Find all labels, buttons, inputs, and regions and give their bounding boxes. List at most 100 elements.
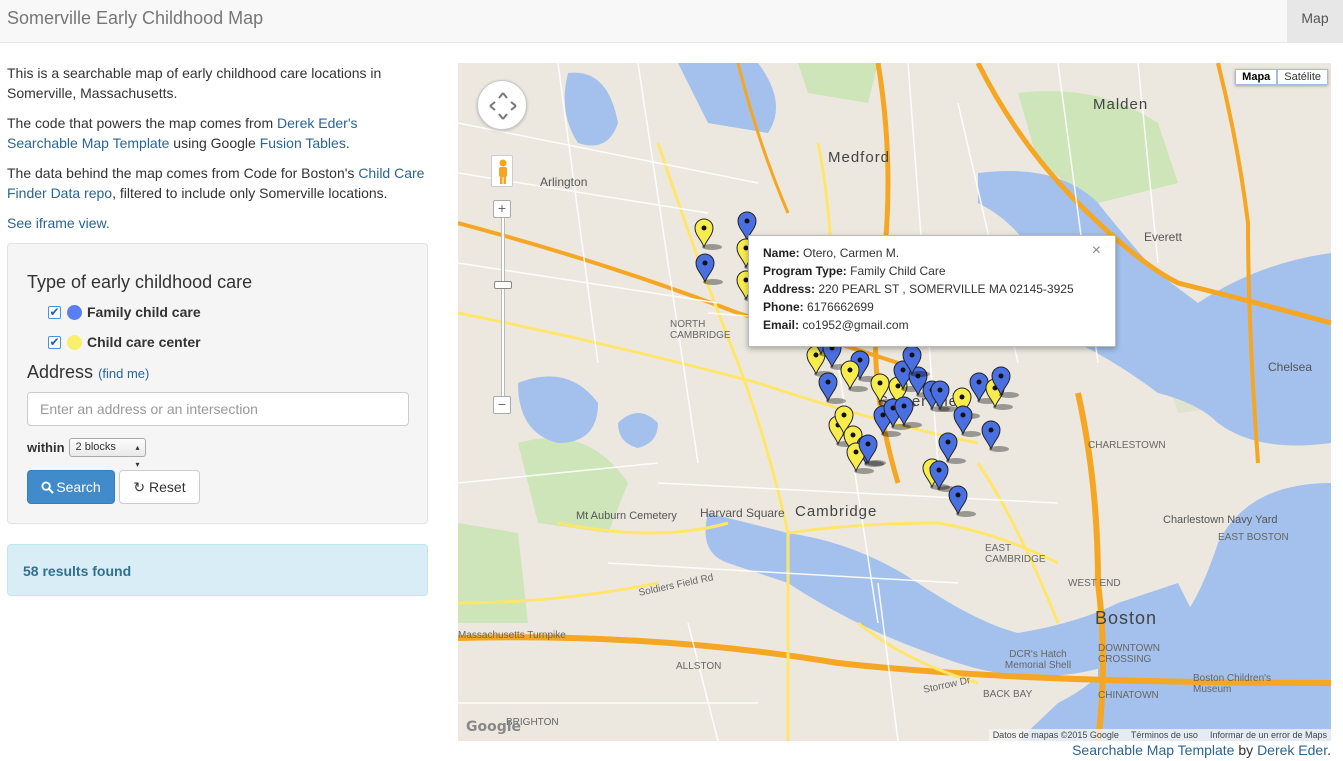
code-paragraph: The code that powers the map comes from … bbox=[7, 113, 428, 153]
label-east-cambridge: EAST CAMBRIDGE bbox=[985, 543, 1046, 565]
code-text: The code that powers the map comes from bbox=[7, 115, 278, 131]
pond bbox=[618, 413, 658, 448]
search-icon bbox=[41, 481, 55, 494]
data-text-end: , filtered to include only Somerville lo… bbox=[112, 185, 388, 201]
results-count: 58 results found bbox=[7, 544, 428, 596]
center-checkbox[interactable]: ✔ bbox=[48, 335, 61, 349]
info-email-label: Email: bbox=[763, 318, 800, 332]
lake bbox=[678, 63, 776, 133]
map-attribution: Datos de mapas ©2015 Google Términos de … bbox=[988, 729, 1331, 741]
family-label: Family child care bbox=[87, 304, 201, 320]
footer-credit: Searchable Map Template by Derek Eder. bbox=[1072, 742, 1331, 758]
label-chinatown: CHINATOWN bbox=[1098, 690, 1159, 701]
label-arlington: Arlington bbox=[540, 175, 588, 189]
site-title[interactable]: Somerville Early Childhood Map bbox=[7, 8, 263, 29]
blue-marker-swatch bbox=[67, 304, 82, 320]
zoom-slider-handle[interactable] bbox=[494, 281, 512, 289]
navbar: Somerville Early Childhood Map Map bbox=[0, 0, 1343, 43]
label-boston: Boston bbox=[1095, 608, 1158, 628]
footer-end: . bbox=[1327, 742, 1331, 758]
pan-arrows-icon bbox=[489, 92, 517, 120]
footer-by: by bbox=[1234, 742, 1258, 758]
footer-author-link[interactable]: Derek Eder bbox=[1257, 742, 1327, 758]
info-program-label: Program Type: bbox=[763, 264, 847, 278]
intro-text: This is a searchable map of early childh… bbox=[7, 65, 382, 101]
map-type-mapa[interactable]: Mapa bbox=[1235, 69, 1278, 85]
select-arrows-icon: ▴ ▾ bbox=[135, 443, 140, 469]
label-downtown-crossing: DOWNTOWN CROSSING bbox=[1098, 643, 1161, 665]
label-back-bay: BACK BAY bbox=[983, 689, 1033, 700]
info-program: Family Child Care bbox=[850, 264, 946, 278]
label-allston: ALLSTON bbox=[676, 661, 722, 672]
report-error-link[interactable]: Informar de un error de Maps bbox=[1210, 730, 1327, 740]
map-type-control: Mapa Satélite bbox=[1235, 69, 1328, 85]
pegman-icon bbox=[499, 159, 507, 184]
intro-paragraph: This is a searchable map of early childh… bbox=[7, 63, 428, 103]
nav-map-link[interactable]: Map bbox=[1287, 0, 1343, 42]
zoom-in-button[interactable]: + bbox=[493, 200, 511, 218]
info-name-label: Name: bbox=[763, 246, 800, 260]
label-north-cambridge: NORTH CAMBRIDGE bbox=[670, 319, 731, 341]
label-east-boston: EAST BOSTON bbox=[1218, 532, 1289, 543]
data-text: The data behind the map comes from Code … bbox=[7, 165, 359, 181]
info-address-row: Address: 220 PEARL ST , SOMERVILLE MA 02… bbox=[763, 280, 1101, 298]
info-phone-row: Phone: 6176662699 bbox=[763, 298, 1101, 316]
refresh-icon: ↻ bbox=[133, 479, 146, 495]
info-name: Otero, Carmen M. bbox=[803, 246, 900, 260]
close-icon[interactable]: × bbox=[1092, 242, 1101, 260]
family-checkbox[interactable]: ✔ bbox=[48, 305, 61, 319]
reset-label: Reset bbox=[149, 479, 186, 495]
iframe-view-link[interactable]: See iframe view. bbox=[7, 213, 428, 233]
park-area bbox=[798, 63, 878, 103]
pan-control[interactable] bbox=[477, 80, 527, 130]
map-data-credit: Datos de mapas ©2015 Google bbox=[992, 730, 1119, 740]
fusion-tables-link[interactable]: Fusion Tables bbox=[260, 135, 346, 151]
zoom-out-button[interactable]: − bbox=[493, 396, 511, 414]
label-hatch-shell: DCR's Hatch Memorial Shell bbox=[1004, 649, 1072, 671]
filter-child-care-center[interactable]: ✔ Child care center bbox=[48, 334, 201, 350]
within-row: within 2 blocks ▴ ▾ bbox=[27, 438, 146, 469]
sidebar-intro: This is a searchable map of early childh… bbox=[7, 63, 428, 233]
radius-value: 2 blocks bbox=[75, 441, 116, 453]
google-logo: Google bbox=[466, 719, 522, 735]
label-cambridge: Cambridge bbox=[795, 503, 878, 520]
info-address-label: Address: bbox=[763, 282, 816, 296]
code-text-mid: using Google bbox=[169, 135, 260, 151]
map-type-satelite[interactable]: Satélite bbox=[1277, 69, 1328, 85]
street-view-pegman[interactable] bbox=[491, 155, 513, 187]
filter-family-child-care[interactable]: ✔ Family child care bbox=[48, 304, 201, 320]
fresh-pond bbox=[518, 376, 598, 443]
label-harvard-square: Harvard Square bbox=[700, 506, 785, 520]
info-email-row: Email: co1952@gmail.com bbox=[763, 316, 1101, 334]
info-program-row: Program Type: Family Child Care bbox=[763, 262, 1101, 280]
info-email: co1952@gmail.com bbox=[802, 318, 909, 332]
info-address: 220 PEARL ST , SOMERVILLE MA 02145-3925 bbox=[818, 282, 1074, 296]
data-paragraph: The data behind the map comes from Code … bbox=[7, 163, 428, 203]
yellow-marker-swatch bbox=[67, 334, 82, 350]
reset-button[interactable]: ↻ Reset bbox=[119, 470, 200, 504]
label-malden: Malden bbox=[1093, 96, 1149, 113]
address-input[interactable]: Enter an address or an intersection bbox=[27, 392, 409, 426]
zoom-slider-track[interactable] bbox=[501, 208, 505, 404]
label-mass-turnpike: Massachusetts Turnpike bbox=[458, 630, 566, 641]
info-window: × Name: Otero, Carmen M. Program Type: F… bbox=[748, 235, 1116, 347]
info-phone: 6176662699 bbox=[807, 300, 874, 314]
map-canvas[interactable]: Medford Malden Arlington Everett Chelsea… bbox=[458, 63, 1331, 741]
footer-template-link[interactable]: Searchable Map Template bbox=[1072, 742, 1234, 758]
address-heading: Address (find me) bbox=[27, 362, 149, 383]
label-mt-auburn: Mt Auburn Cemetery bbox=[576, 510, 677, 522]
center-label: Child care center bbox=[87, 334, 201, 350]
label-navy-yard: Charlestown Navy Yard bbox=[1163, 514, 1278, 526]
info-name-row: Name: Otero, Carmen M. bbox=[763, 244, 1101, 262]
terms-link[interactable]: Términos de uso bbox=[1131, 730, 1198, 740]
info-phone-label: Phone: bbox=[763, 300, 804, 314]
label-medford: Medford bbox=[828, 149, 891, 166]
label-charlestown: CHARLESTOWN bbox=[1088, 440, 1166, 451]
address-label: Address bbox=[27, 362, 94, 382]
search-label: Search bbox=[56, 479, 101, 495]
find-me-link[interactable]: (find me) bbox=[98, 366, 149, 381]
label-childrens-museum: Boston Children's Museum bbox=[1193, 673, 1272, 695]
label-west-end: WEST END bbox=[1068, 578, 1121, 589]
search-button[interactable]: Search bbox=[27, 470, 115, 504]
radius-select[interactable]: 2 blocks ▴ ▾ bbox=[68, 438, 146, 469]
